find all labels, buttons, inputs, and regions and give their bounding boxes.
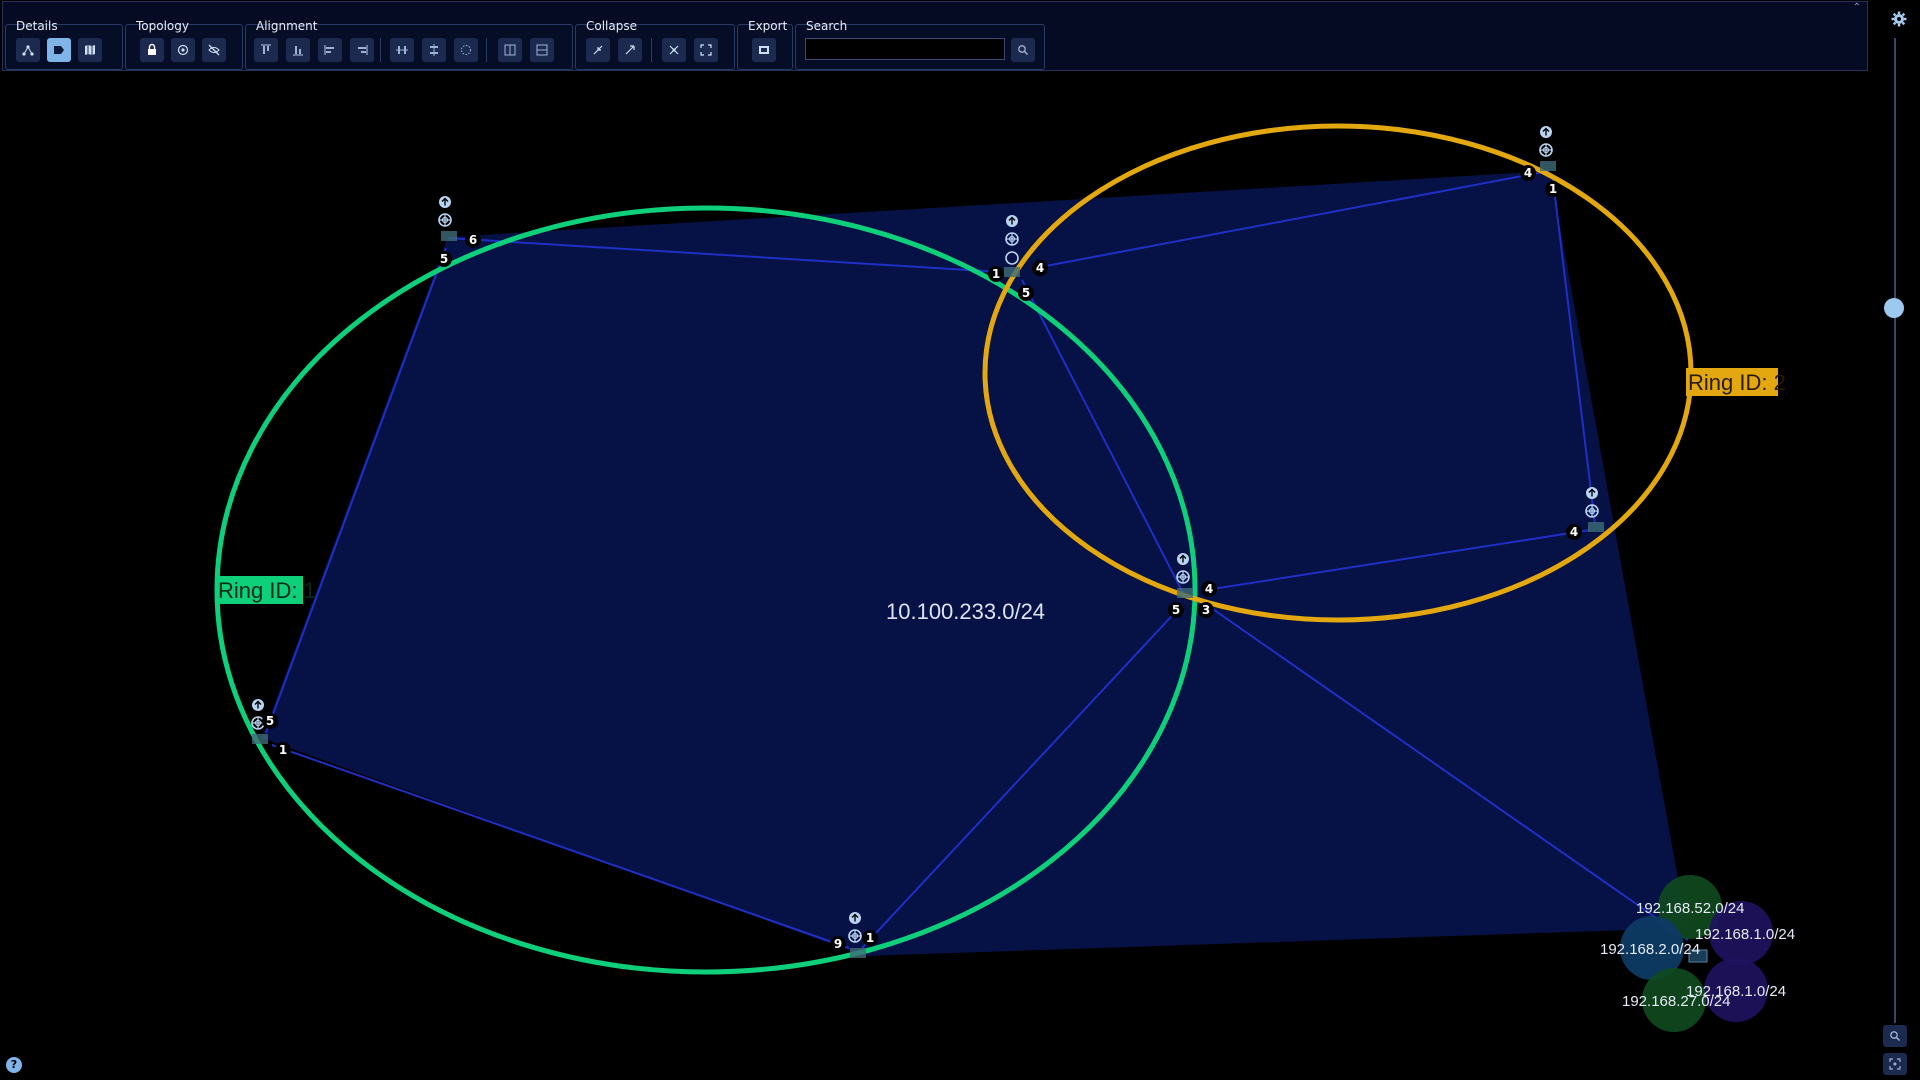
subnet-label: 192.168.52.0/24	[1636, 900, 1744, 917]
port-label: 1	[279, 743, 287, 757]
subnet-area-10-100-233[interactable]	[262, 171, 1687, 956]
tag-icon	[54, 46, 64, 54]
expand-icon	[625, 45, 635, 55]
search-icon	[1018, 45, 1029, 56]
expand-button[interactable]	[618, 38, 642, 62]
main-subnet-label: 10.100.233.0/24	[886, 599, 1045, 624]
collapse-group: Collapse	[575, 19, 735, 70]
lock-button[interactable]	[140, 38, 164, 62]
search-input[interactable]	[805, 38, 1005, 60]
ring-2-label-text: Ring ID: 2	[1688, 370, 1786, 395]
collapse-icon	[593, 45, 603, 55]
ring-1-label-text: Ring ID: 1	[218, 578, 316, 603]
subnet-label: 192.168.1.0/24	[1695, 926, 1795, 943]
collapse-button[interactable]	[586, 38, 610, 62]
zoom-slider-thumb[interactable]	[1884, 298, 1904, 318]
expand-all-icon	[700, 44, 712, 56]
alignment-group: Alignment	[245, 19, 573, 70]
subnet-label: 192.168.27.0/24	[1622, 993, 1730, 1010]
distribute-horizontal-icon	[396, 46, 408, 54]
hide-icon	[208, 44, 220, 56]
port-label: 9	[834, 937, 842, 951]
collapse-separator	[651, 38, 652, 62]
topology-group-label: Topology	[136, 19, 189, 33]
zoom-icon	[1890, 1031, 1901, 1042]
align-left-icon	[324, 45, 334, 55]
port-label: 5	[440, 252, 448, 266]
export-group: Export	[737, 19, 793, 70]
alignment-separator	[380, 38, 381, 62]
collapse-all-icon	[669, 45, 679, 55]
ring-1-label: Ring ID: 1	[216, 576, 316, 604]
fit-to-screen-button[interactable]	[1883, 1053, 1907, 1075]
circle-layout-button[interactable]	[454, 38, 478, 62]
distribute-vertical-icon	[430, 44, 438, 56]
port-label: 4	[1570, 525, 1578, 539]
split-columns-button[interactable]	[498, 38, 522, 62]
port-label: 1	[866, 931, 874, 945]
ring-2-label: Ring ID: 2	[1686, 368, 1786, 396]
zoom-button[interactable]	[1883, 1025, 1907, 1047]
align-right-icon	[358, 45, 368, 55]
toolbar-collapse-toggle-icon[interactable]: ⌃	[1853, 2, 1861, 13]
search-group: Search	[795, 19, 1045, 70]
expand-all-button[interactable]	[694, 38, 718, 62]
port-label: 3	[1202, 603, 1210, 617]
align-bottom-button[interactable]	[286, 38, 310, 62]
search-button[interactable]	[1011, 38, 1035, 62]
lock-icon	[148, 43, 156, 55]
subnet-label: 192.168.2.0/24	[1600, 941, 1700, 958]
circle-layout-icon	[461, 45, 471, 55]
align-bottom-icon	[293, 46, 303, 56]
graph-layout-icon	[22, 45, 34, 56]
port-label: 5	[266, 714, 274, 728]
port-label: 5	[1172, 603, 1180, 617]
split-columns-icon	[504, 44, 516, 56]
hide-button[interactable]	[202, 38, 226, 62]
fit-screen-icon	[1889, 1058, 1901, 1070]
port-label: 5	[1022, 286, 1030, 300]
details-group-label: Details	[16, 19, 58, 33]
topology-canvas[interactable]: Ring ID: 1 Ring ID: 2 10.100.233.0/24 6 …	[0, 72, 1880, 1080]
split-rows-icon	[536, 44, 548, 56]
details-group: Details	[5, 19, 123, 70]
toolbar: ⌃ Details Topology Alignment Collapse Ex…	[2, 1, 1868, 71]
image-export-icon	[759, 46, 769, 54]
port-label: 6	[469, 233, 477, 247]
port-label: 4	[1036, 261, 1044, 275]
port-label: 4	[1205, 582, 1213, 596]
export-image-button[interactable]	[752, 38, 776, 62]
topology-group: Topology	[125, 19, 243, 70]
alignment-separator-2	[486, 38, 487, 62]
port-label: 4	[1524, 166, 1532, 180]
focus-button[interactable]	[171, 38, 195, 62]
search-group-label: Search	[806, 19, 848, 33]
graph-layout-button[interactable]	[16, 38, 40, 62]
distribute-horizontal-button[interactable]	[390, 38, 414, 62]
align-left-button[interactable]	[318, 38, 342, 62]
port-label: 1	[1549, 182, 1557, 196]
map-icon	[85, 45, 95, 55]
split-rows-button[interactable]	[530, 38, 554, 62]
collapse-all-button[interactable]	[662, 38, 686, 62]
export-group-label: Export	[748, 19, 788, 33]
port-label: 1	[992, 267, 1000, 281]
labels-button[interactable]	[47, 38, 71, 62]
distribute-vertical-button[interactable]	[422, 38, 446, 62]
align-top-button[interactable]	[254, 38, 278, 62]
align-right-button[interactable]	[350, 38, 374, 62]
align-top-icon	[261, 44, 271, 54]
settings-gear-icon[interactable]	[1890, 10, 1908, 28]
alignment-group-label: Alignment	[256, 19, 318, 33]
target-icon	[177, 44, 189, 56]
collapse-group-label: Collapse	[586, 19, 637, 33]
zoom-slider-track[interactable]	[1894, 38, 1896, 1023]
map-button[interactable]	[78, 38, 102, 62]
